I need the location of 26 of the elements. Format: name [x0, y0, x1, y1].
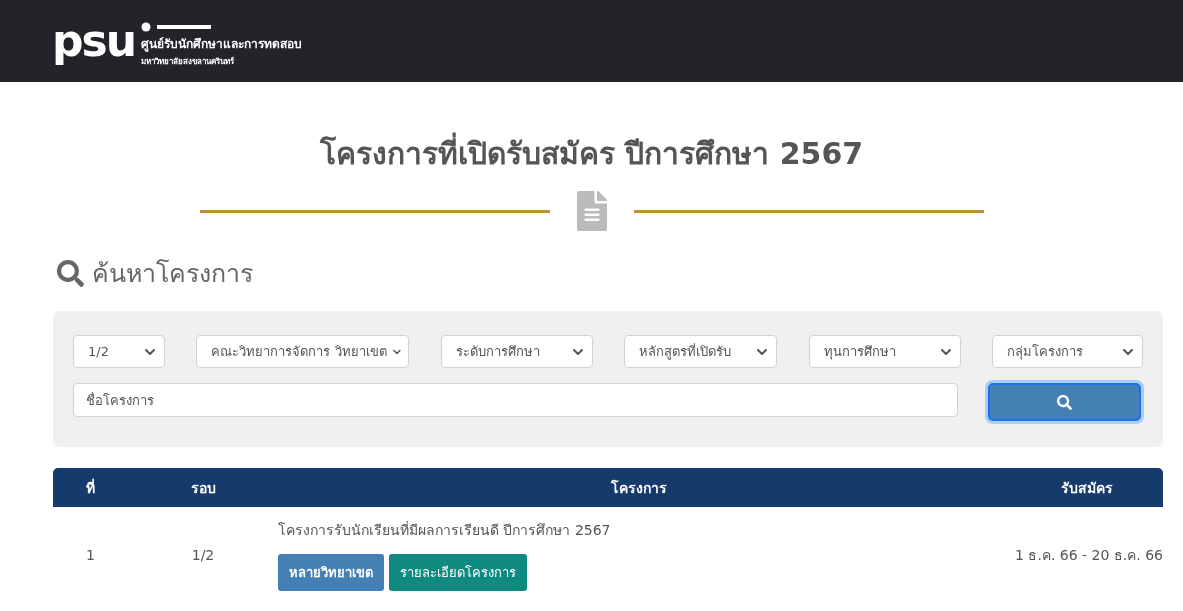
page-title: โครงการที่เปิดรับสมัคร ปีการศึกษา 2567: [0, 130, 1183, 177]
university-name: มหาวิทยาลัยสงขลานครินทร์: [141, 55, 235, 68]
filter-dropdown[interactable]: ระดับการศึกษา: [440, 335, 593, 368]
org-name: ศูนย์รับนักศึกษาและการทดสอบ: [141, 36, 302, 53]
filter-dropdown[interactable]: 1/2: [73, 335, 165, 368]
search-icon: [57, 259, 84, 287]
search-button[interactable]: [988, 383, 1141, 421]
column-header: รับสมัคร: [1060, 478, 1114, 498]
table-cell-text: 1 ธ.ค. 66 - 20 ธ.ค. 66: [1014, 546, 1163, 565]
column-header: ที่: [85, 477, 96, 498]
search-icon: [1057, 394, 1072, 410]
table-cell-text: 1/2: [190, 547, 216, 563]
project-name: โครงการรับนักเรียนที่มีผลการเรียนดี ปีการศึกษา 2567: [278, 520, 612, 540]
project-tag-button[interactable]: รายละเอียดโครงการ: [389, 554, 527, 591]
table-cell-text: 1: [85, 547, 96, 563]
filter-dropdown[interactable]: คณะวิทยาการจัดการ วิทยาเขต: [196, 335, 410, 368]
logo-dot-bar-icon: [141, 22, 211, 32]
column-header: โครงการ: [610, 478, 668, 498]
column-header: รอบ: [189, 478, 217, 498]
filter-dropdown[interactable]: กลุ่มโครงการ: [991, 335, 1143, 368]
filter-dropdown[interactable]: หลักสูตรที่เปิดรับ: [624, 335, 778, 368]
search-heading: ค้นหาโครงการ: [92, 258, 253, 290]
logo-mark: psu: [52, 19, 135, 63]
filter-dropdown[interactable]: ทุนการศึกษา: [808, 335, 961, 368]
project-name-field[interactable]: ชื่อโครงการ: [73, 383, 958, 417]
project-tag-button[interactable]: หลายวิทยาเขต: [278, 554, 384, 591]
